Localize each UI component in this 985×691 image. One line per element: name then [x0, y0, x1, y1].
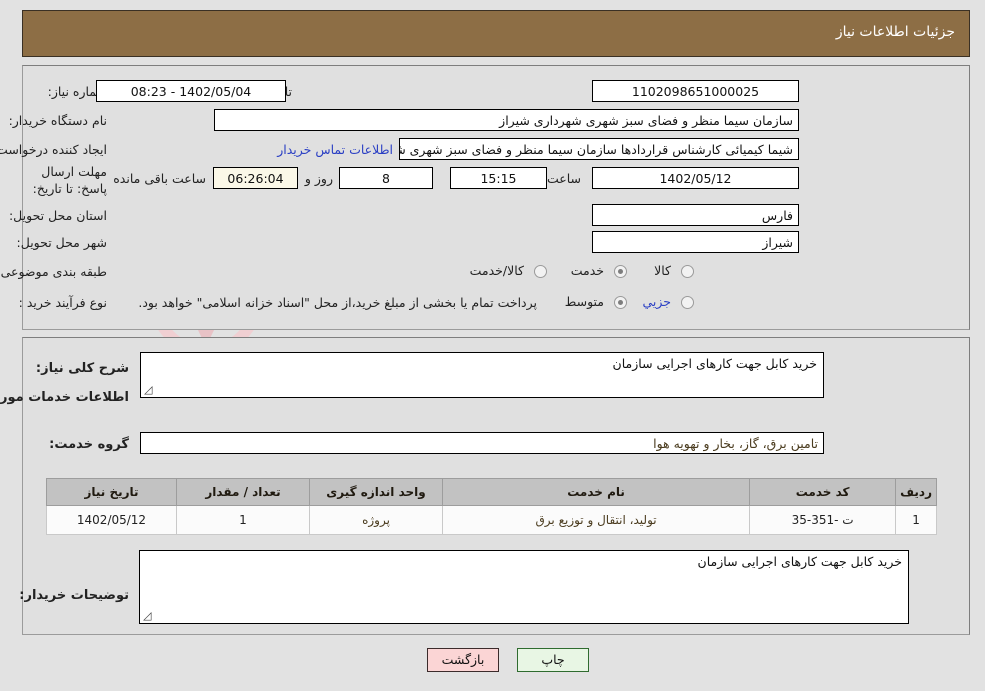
radio-category-service-label: خدمت — [571, 263, 605, 278]
process-label: نوع فرآیند خرید : — [19, 295, 108, 310]
print-button[interactable]: چاپ — [518, 648, 590, 672]
radio-process-medium[interactable] — [615, 296, 628, 309]
deadline-label: مهلت ارسال پاسخ: تا تاریخ: — [33, 164, 108, 196]
th-quantity: تعداد / مقدار — [177, 478, 311, 506]
deadline-time-label: ساعت — [547, 171, 582, 186]
section-title: اطلاعات خدمات مورد نیاز — [0, 390, 130, 405]
province-field[interactable]: فارس — [593, 204, 800, 226]
back-button[interactable]: بازگشت — [428, 648, 500, 672]
resize-grip-icon-comments[interactable]: ◺ — [144, 609, 154, 622]
radio-category-goods-service[interactable] — [535, 265, 548, 278]
process-note: پرداخت تمام یا بخشی از مبلغ خرید،از محل … — [139, 295, 538, 310]
buyer-contact-link[interactable]: اطلاعات تماس خریدار — [278, 142, 394, 157]
resize-grip-icon[interactable]: ◺ — [145, 383, 155, 396]
summary-label: شرح کلی نیاز: — [36, 361, 130, 376]
buyer-org-label: نام دستگاه خریدار: — [9, 113, 108, 128]
countdown-field: 06:26:04 — [214, 167, 299, 189]
city-field[interactable]: شیراز — [593, 231, 800, 253]
td-quantity: 1 — [177, 505, 311, 535]
th-unit: واحد اندازه گیری — [310, 478, 444, 506]
th-row: ردیف — [896, 478, 938, 506]
summary-textarea[interactable]: خرید کابل جهت کارهای اجرایی سازمان ◺ — [141, 352, 825, 398]
radio-category-goods-label: کالا — [655, 263, 672, 278]
radio-process-minor[interactable] — [682, 296, 695, 309]
radio-category-goods-service-label: کالا/خدمت — [470, 263, 525, 278]
th-date: تاریخ نیاز — [47, 478, 178, 506]
service-group-label: گروه خدمت: — [50, 437, 130, 452]
radio-category-goods[interactable] — [682, 265, 695, 278]
service-group-field[interactable]: تامین برق، گاز، بخار و تهویه هوا — [141, 432, 825, 454]
page-title: جزئیات اطلاعات نیاز — [836, 24, 956, 40]
th-code: کد خدمت — [750, 478, 898, 506]
th-name: نام خدمت — [442, 478, 752, 506]
header-bar: جزئیات اطلاعات نیاز — [23, 10, 971, 57]
comments-textarea[interactable]: خرید کابل جهت کارهای اجرایی سازمان ◺ — [140, 550, 910, 624]
td-name: تولید، انتقال و توزیع برق — [442, 505, 752, 535]
request-creator-field[interactable]: شیما کیمیائی کارشناس قراردادها سازمان سی… — [400, 138, 800, 160]
summary-text: خرید کابل جهت کارهای اجرایی سازمان — [613, 356, 818, 371]
comments-text: خرید کابل جهت کارهای اجرایی سازمان — [698, 554, 903, 569]
page-root: AriaTender.net جزئیات اطلاعات نیاز شماره… — [0, 0, 985, 691]
services-table: ردیف کد خدمت نام خدمت واحد اندازه گیری ت… — [47, 478, 938, 535]
buyer-org-field[interactable]: سازمان سیما منظر و فضای سبز شهری شهرداری… — [215, 109, 800, 131]
td-row: 1 — [896, 505, 938, 535]
td-code: ت -351-35 — [750, 505, 898, 535]
table-header-row: ردیف کد خدمت نام خدمت واحد اندازه گیری ت… — [47, 478, 938, 506]
radio-category-service[interactable] — [615, 265, 628, 278]
deadline-date-field[interactable]: 1402/05/12 — [593, 167, 800, 189]
comments-label: توضیحات خریدار: — [20, 588, 130, 603]
city-label: شهر محل تحویل: — [17, 235, 108, 250]
announcement-field[interactable]: 1402/05/04 - 08:23 — [97, 80, 287, 102]
remaining-days-field[interactable]: 8 — [340, 167, 434, 189]
need-number-field[interactable]: 1102098651000025 — [593, 80, 800, 102]
table-row: 1 ت -351-35 تولید، انتقال و توزیع برق پر… — [47, 505, 938, 535]
radio-process-minor-label: جزیي — [643, 294, 672, 309]
need-info-panel — [23, 65, 971, 330]
days-unit-label: روز و — [305, 171, 334, 186]
request-creator-label: ایجاد کننده درخواست: — [0, 142, 108, 157]
td-unit: پروژه — [310, 505, 444, 535]
province-label: استان محل تحویل: — [9, 208, 108, 223]
category-label: طبقه بندی موضوعی: — [0, 264, 108, 279]
deadline-time-field[interactable]: 15:15 — [451, 167, 548, 189]
remaining-hours-label: ساعت باقی مانده — [114, 171, 207, 186]
td-date: 1402/05/12 — [47, 505, 178, 535]
radio-process-medium-label: متوسط — [565, 294, 605, 309]
